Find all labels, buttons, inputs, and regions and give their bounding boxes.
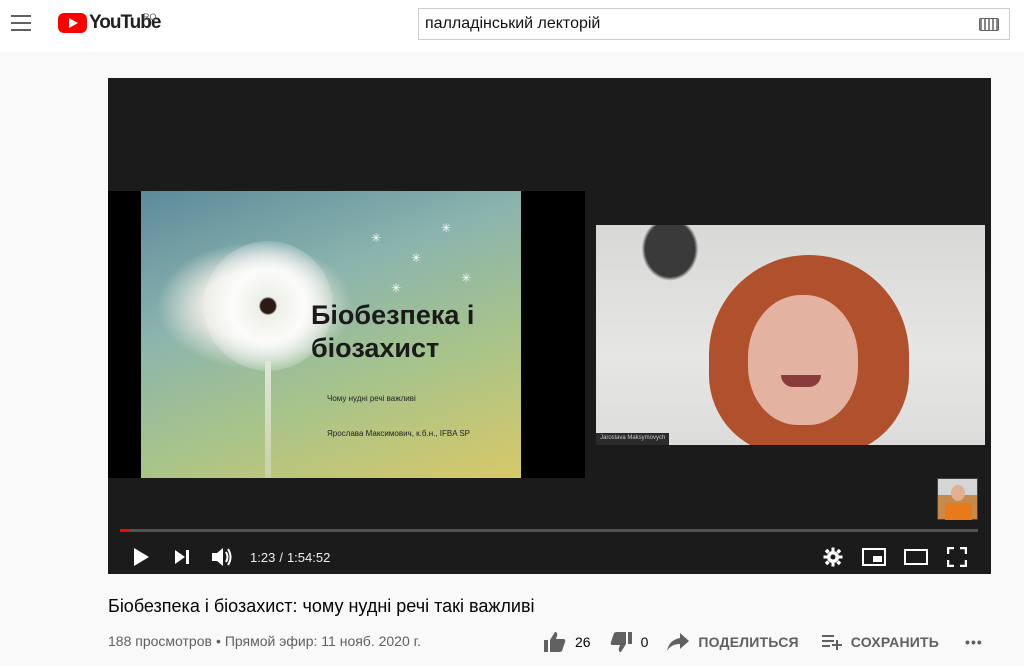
next-icon (175, 550, 189, 564)
progress-played (120, 529, 131, 532)
volume-icon (212, 548, 232, 566)
slide-title-line2: біозахист (311, 333, 440, 363)
shared-screen: ✳ ✳ ✳ ✳ ✳ Біобезпека і біозахист Чому ну… (108, 191, 585, 478)
time-display: 1:23/1:54:52 (250, 550, 330, 565)
dislike-count: 0 (640, 634, 649, 650)
player-controls: 1:23/1:54:52 (108, 540, 991, 574)
more-icon: ••• (965, 634, 983, 650)
theater-icon (904, 549, 928, 565)
video-title: Біобезпека і біозахист: чому нудні речі … (108, 596, 535, 616)
video-player[interactable]: ✳ ✳ ✳ ✳ ✳ Біобезпека і біозахист Чому ну… (108, 78, 991, 574)
like-count: 26 (575, 634, 591, 650)
volume-button[interactable] (208, 544, 236, 570)
time-separator: / (279, 550, 283, 565)
share-label: ПОДЕЛИТЬСЯ (698, 634, 799, 650)
meta-separator: • (215, 633, 221, 649)
region-code: RO (143, 12, 157, 22)
thumbs-up-icon (544, 632, 566, 652)
slide-title-line1: Біобезпека і (311, 300, 475, 330)
fullscreen-icon (947, 547, 967, 567)
video-actions: 26 0 ПОДЕЛИТЬСЯ СОХРАНИТЬ ••• (543, 628, 983, 656)
slide-title: Біобезпека і біозахист (311, 299, 474, 365)
next-button[interactable] (170, 544, 194, 570)
background-object (620, 225, 720, 305)
search-input[interactable] (419, 9, 979, 39)
keyboard-icon[interactable] (979, 17, 999, 31)
slide-subtitle: Чому нудні речі важливі (327, 394, 416, 403)
view-count: 188 просмотров (108, 633, 212, 649)
fullscreen-button[interactable] (944, 544, 970, 570)
duration: 1:54:52 (286, 550, 331, 565)
seed-icon: ✳ (391, 281, 402, 295)
like-button[interactable]: 26 (543, 631, 591, 653)
hamburger-icon[interactable] (11, 15, 31, 31)
camera-name-label: Jaroslava Maksymovych (596, 433, 670, 445)
playlist-add-icon (821, 635, 842, 650)
seed-icon: ✳ (461, 271, 472, 285)
search-box[interactable] (418, 8, 1010, 40)
save-button[interactable]: СОХРАНИТЬ (821, 633, 939, 651)
speaker-camera: Jaroslava Maksymovych (596, 225, 985, 445)
play-button[interactable] (128, 544, 154, 570)
dandelion-stem (265, 361, 271, 478)
seed-icon: ✳ (411, 251, 422, 265)
more-actions-button[interactable]: ••• (965, 634, 983, 650)
seed-icon: ✳ (441, 221, 452, 235)
speaker-mouth (781, 375, 821, 387)
save-label: СОХРАНИТЬ (850, 634, 940, 650)
play-icon (134, 548, 149, 566)
masthead: YouTube RO (0, 0, 1024, 52)
progress-bar[interactable] (120, 529, 978, 532)
thumbs-down-icon (610, 632, 632, 652)
current-time: 1:23 (250, 550, 276, 565)
channel-avatar[interactable] (937, 478, 978, 520)
share-button[interactable]: ПОДЕЛИТЬСЯ (666, 632, 799, 652)
settings-button[interactable] (821, 544, 845, 570)
theater-mode-button[interactable] (902, 544, 930, 570)
seed-icon: ✳ (371, 231, 382, 245)
share-icon (667, 633, 690, 651)
slide-author: Ярослава Максимович, к.б.н., IFBA SP (327, 429, 471, 438)
video-meta: 188 просмотров • Прямой эфир: 11 нояб. 202… (108, 633, 421, 649)
miniplayer-icon (862, 548, 886, 566)
stream-date: Прямой эфир: 11 нояб. 2020 г. (224, 633, 421, 649)
gear-icon (823, 547, 843, 567)
miniplayer-button[interactable] (860, 544, 888, 570)
presentation-slide: ✳ ✳ ✳ ✳ ✳ Біобезпека і біозахист Чому ну… (141, 191, 521, 478)
youtube-play-icon (58, 13, 87, 33)
dislike-button[interactable]: 0 (609, 631, 649, 653)
speaker-face (748, 295, 858, 425)
